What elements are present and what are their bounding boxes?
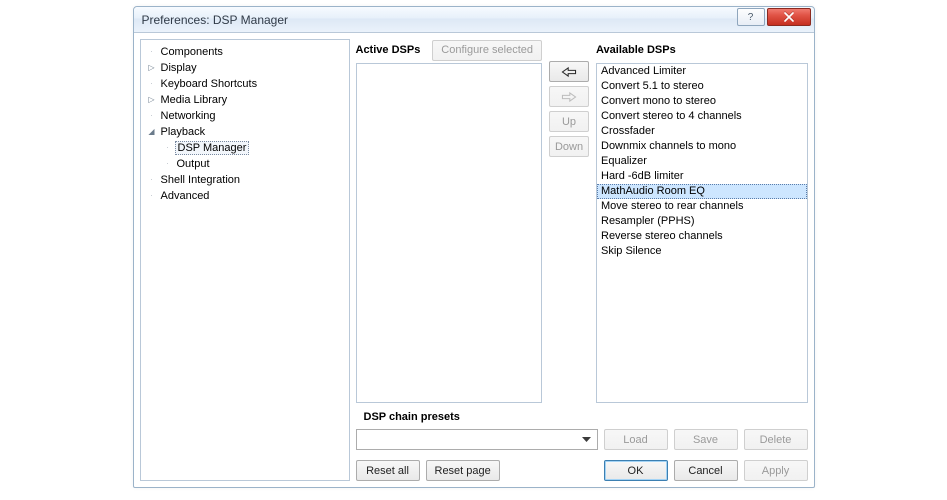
transfer-buttons: Up Down xyxy=(548,39,590,403)
available-dsps-list[interactable]: Advanced LimiterConvert 5.1 to stereoCon… xyxy=(596,63,808,403)
preferences-window: Preferences: DSP Manager ? ·Components▷D… xyxy=(133,6,815,488)
tree-item[interactable]: ·Output xyxy=(159,156,347,172)
tree-item[interactable]: ·Shell Integration xyxy=(143,172,347,188)
list-item[interactable]: Advanced Limiter xyxy=(597,64,807,79)
reset-all-button[interactable]: Reset all xyxy=(356,460,420,481)
window-title: Preferences: DSP Manager xyxy=(142,13,737,27)
list-item[interactable]: Move stereo to rear channels xyxy=(597,199,807,214)
tree-item[interactable]: ·Components xyxy=(143,44,347,60)
tree-item-label: Keyboard Shortcuts xyxy=(159,78,260,90)
arrow-left-icon xyxy=(560,66,578,78)
list-item[interactable]: Hard -6dB limiter xyxy=(597,169,807,184)
tree-item[interactable]: ·Advanced xyxy=(143,188,347,204)
tree-item[interactable]: ◢Playback xyxy=(143,124,347,140)
dsp-chain-presets: DSP chain presets Load Save Delete xyxy=(356,411,808,450)
list-item[interactable]: Convert stereo to 4 channels xyxy=(597,109,807,124)
presets-title: DSP chain presets xyxy=(356,411,808,427)
preferences-tree[interactable]: ·Components▷Display·Keyboard Shortcuts▷M… xyxy=(140,39,350,481)
client-area: ·Components▷Display·Keyboard Shortcuts▷M… xyxy=(134,33,814,487)
close-button[interactable] xyxy=(767,8,811,26)
cancel-button[interactable]: Cancel xyxy=(674,460,738,481)
list-item[interactable]: Convert 5.1 to stereo xyxy=(597,79,807,94)
list-item[interactable]: Reverse stereo channels xyxy=(597,229,807,244)
list-item[interactable]: Equalizer xyxy=(597,154,807,169)
chevron-down-icon xyxy=(579,432,594,447)
add-to-active-button[interactable] xyxy=(549,61,589,82)
list-item[interactable]: Downmix channels to mono xyxy=(597,139,807,154)
presets-combobox[interactable] xyxy=(356,429,598,450)
available-dsps-column: Available DSPs Advanced LimiterConvert 5… xyxy=(596,39,808,403)
move-down-button[interactable]: Down xyxy=(549,136,589,157)
preset-load-button[interactable]: Load xyxy=(604,429,668,450)
tree-item[interactable]: ·Networking xyxy=(143,108,347,124)
tree-item[interactable]: ·DSP Manager xyxy=(159,140,347,156)
list-item[interactable]: Convert mono to stereo xyxy=(597,94,807,109)
dsp-manager-panel: Active DSPs Configure selected Up Down xyxy=(356,39,808,481)
active-dsps-column: Active DSPs Configure selected xyxy=(356,39,543,403)
apply-button[interactable]: Apply xyxy=(744,460,808,481)
tree-item-label: Advanced xyxy=(159,190,212,202)
available-dsps-title: Available DSPs xyxy=(596,44,808,56)
ok-button[interactable]: OK xyxy=(604,460,668,481)
tree-item-label: Networking xyxy=(159,110,218,122)
tree-item[interactable]: ▷Media Library xyxy=(143,92,347,108)
preset-save-button[interactable]: Save xyxy=(674,429,738,450)
list-item[interactable]: Skip Silence xyxy=(597,244,807,259)
dialog-footer: Reset all Reset page OK Cancel Apply xyxy=(356,450,808,481)
tree-item[interactable]: ▷Display xyxy=(143,60,347,76)
list-item[interactable]: Resampler (PPHS) xyxy=(597,214,807,229)
arrow-right-icon xyxy=(560,91,578,103)
remove-from-active-button[interactable] xyxy=(549,86,589,107)
tree-item-label: Components xyxy=(159,46,225,58)
tree-item-label: Playback xyxy=(159,126,208,138)
active-dsps-title: Active DSPs xyxy=(356,44,427,56)
tree-item[interactable]: ·Keyboard Shortcuts xyxy=(143,76,347,92)
tree-item-label: DSP Manager xyxy=(175,141,250,155)
titlebar[interactable]: Preferences: DSP Manager ? xyxy=(134,7,814,33)
help-icon: ? xyxy=(748,12,754,23)
reset-page-button[interactable]: Reset page xyxy=(426,460,500,481)
active-dsps-list[interactable] xyxy=(356,63,543,403)
tree-item-label: Output xyxy=(175,158,212,170)
tree-item-label: Shell Integration xyxy=(159,174,243,186)
close-icon xyxy=(784,12,794,22)
configure-selected-button[interactable]: Configure selected xyxy=(432,40,542,61)
move-up-button[interactable]: Up xyxy=(549,111,589,132)
tree-item-label: Display xyxy=(159,62,199,74)
list-item[interactable]: Crossfader xyxy=(597,124,807,139)
help-button[interactable]: ? xyxy=(737,8,765,26)
tree-item-label: Media Library xyxy=(159,94,230,106)
preset-delete-button[interactable]: Delete xyxy=(744,429,808,450)
list-item[interactable]: MathAudio Room EQ xyxy=(597,184,807,199)
